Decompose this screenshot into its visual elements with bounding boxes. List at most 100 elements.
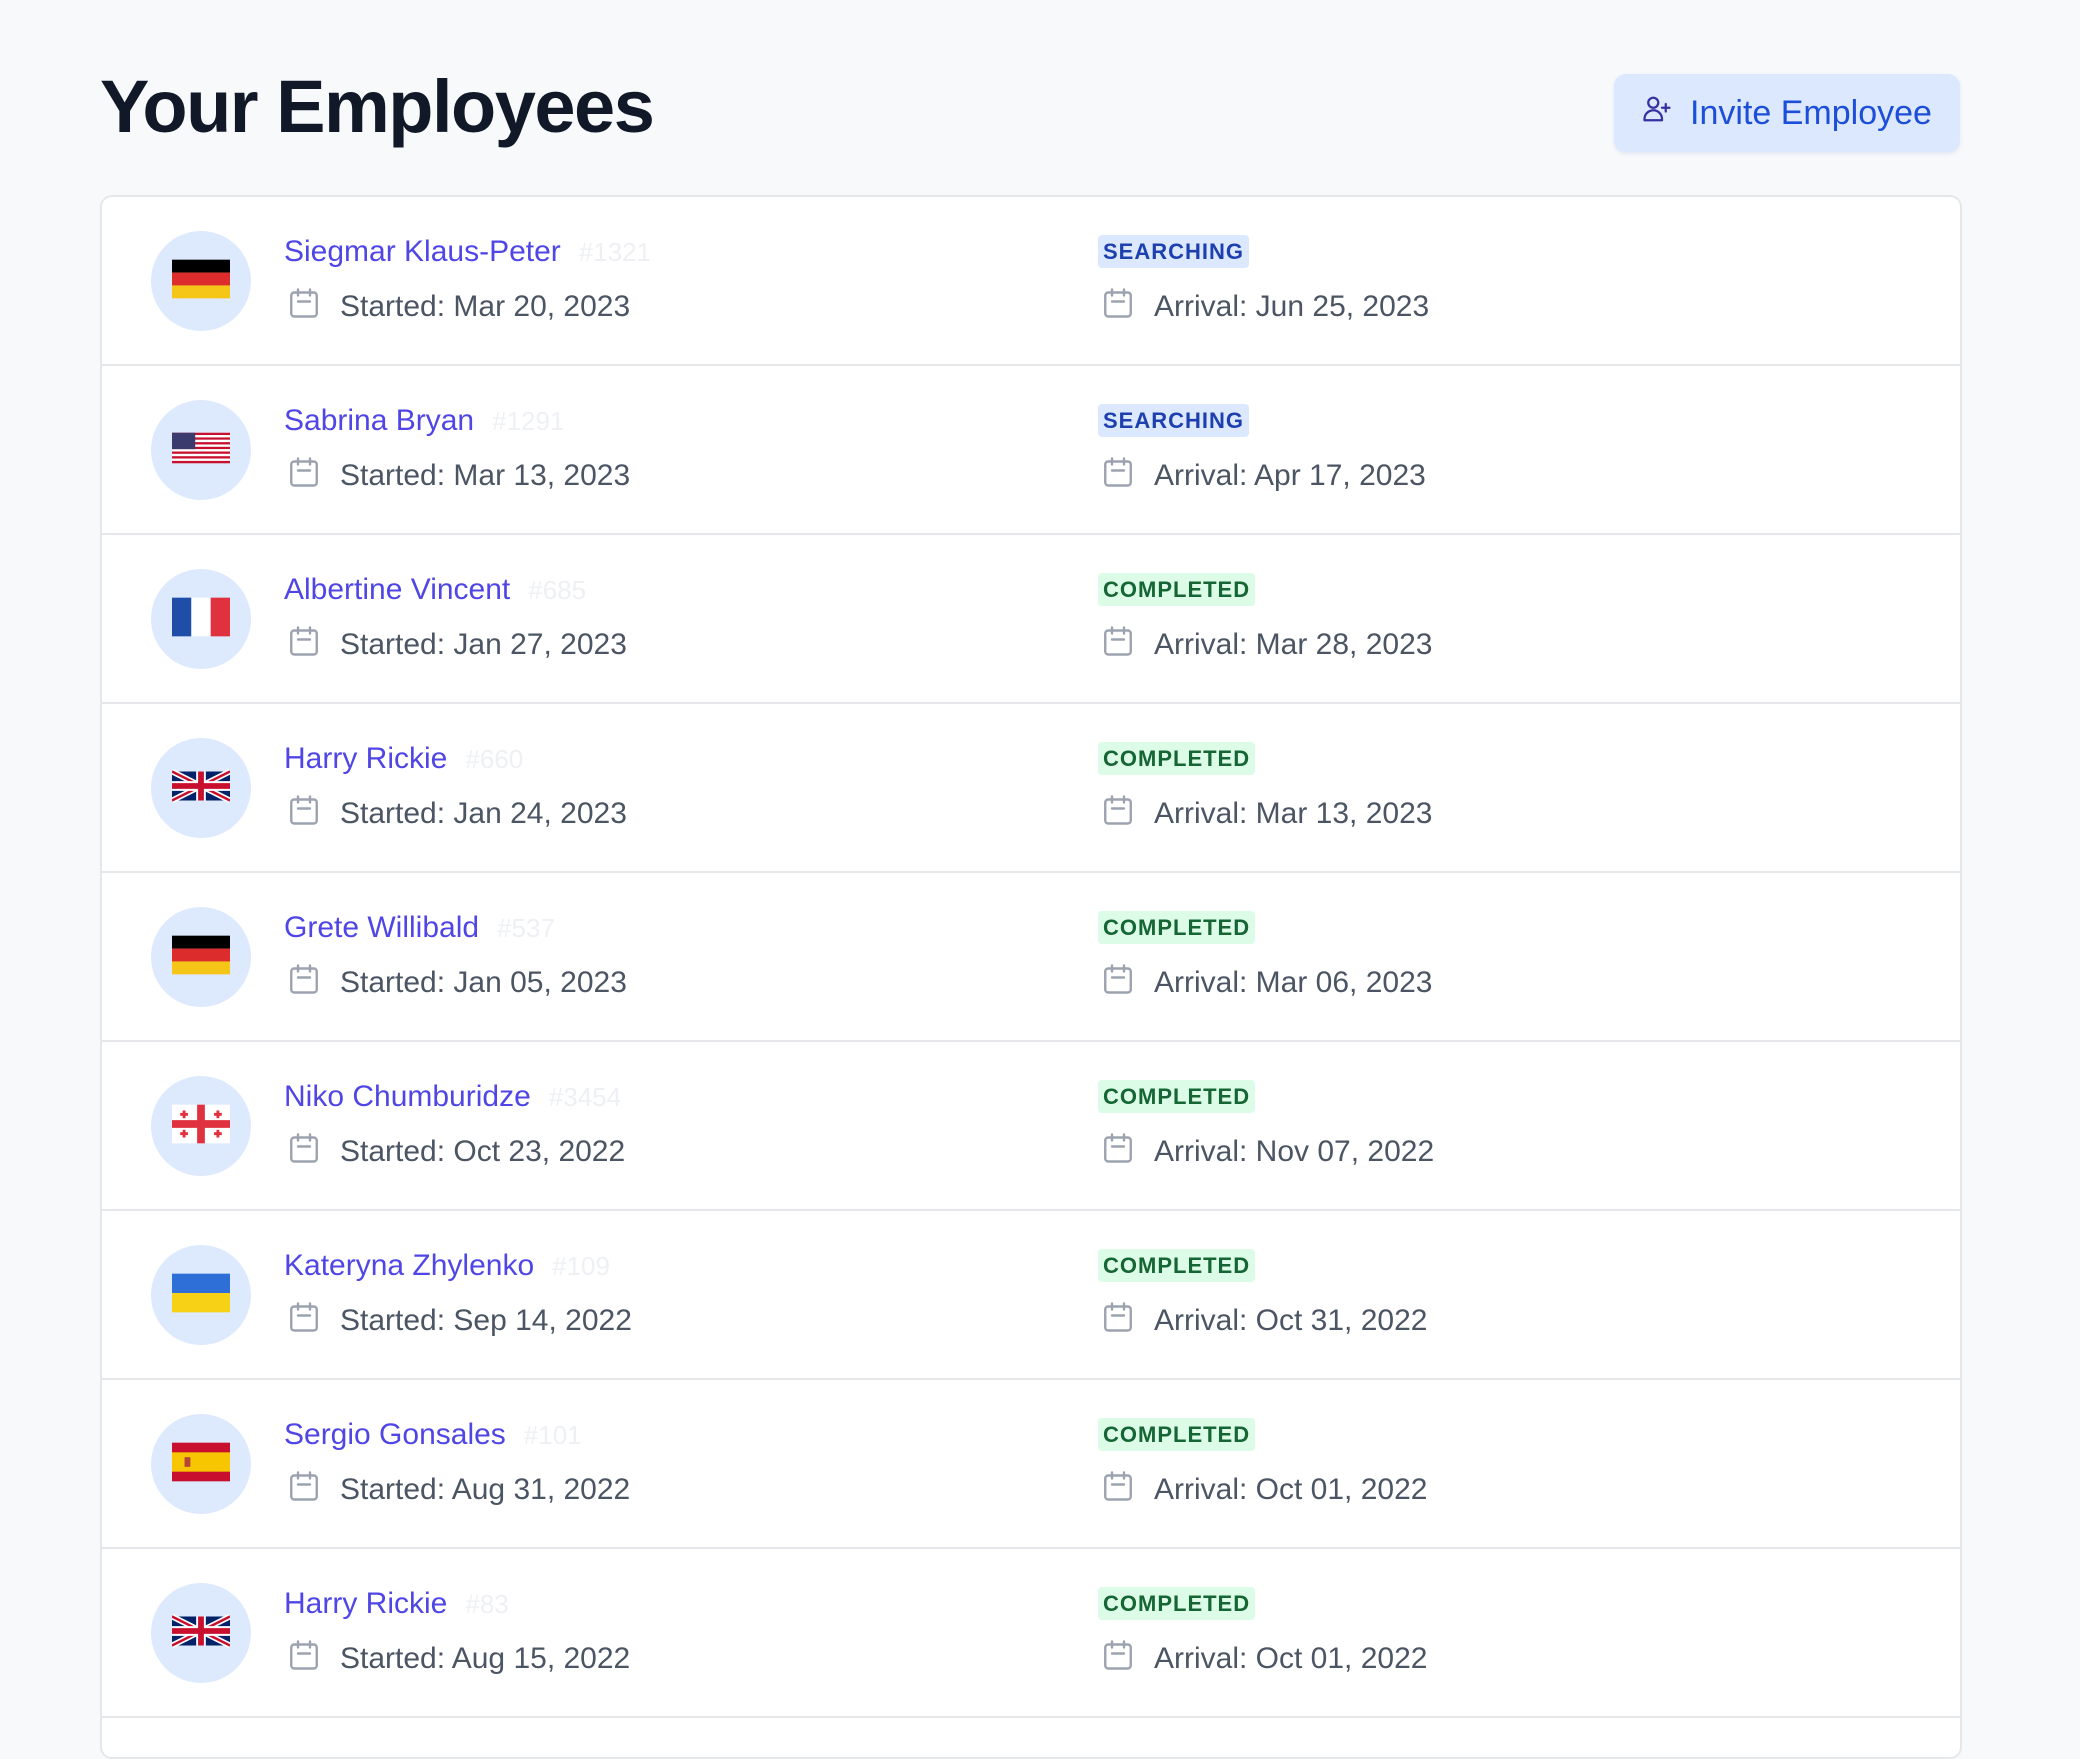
arrival-line: Arrival: Oct 01, 2022 [1100,1637,1427,1681]
employee-name-link[interactable]: Sabrina Bryan [284,404,474,438]
status-badge: COMPLETED [1098,1418,1256,1451]
employee-name-link[interactable]: Sergio Gonsales [284,1418,506,1452]
status-badge: SEARCHING [1098,404,1250,437]
arrival-date: Arrival: Apr 17, 2023 [1154,459,1426,492]
arrival-line: Arrival: Oct 01, 2022 [1100,1468,1427,1512]
name-line: Grete Willibald #537 [284,911,555,945]
status-badge: COMPLETED [1098,742,1256,775]
calendar-icon [1100,1468,1136,1512]
employee-row[interactable]: Harry Rickie #83 Started: Aug 15, 2022 C… [102,1549,1960,1718]
flag-avatar [151,738,251,838]
flag-avatar [151,1414,251,1514]
flag-avatar [151,400,251,500]
employee-row[interactable]: Harry Rickie #660 Started: Jan 24, 2023 … [102,704,1960,873]
employee-row[interactable]: Niko Chumburidze #3454 Started: Oct 23, … [102,1042,1960,1211]
employee-row[interactable]: Kateryna Zhylenko #109 Started: Sep 14, … [102,1211,1960,1380]
started-date: Started: Oct 23, 2022 [340,1135,626,1168]
uk-flag-icon [170,1611,232,1656]
employee-name-link[interactable]: Kateryna Zhylenko [284,1249,534,1283]
employee-name-link[interactable]: Albertine Vincent [284,573,510,607]
arrival-line: Arrival: Nov 07, 2022 [1100,1130,1434,1174]
status-badge: COMPLETED [1098,573,1256,606]
calendar-icon [1100,1299,1136,1343]
name-line: Albertine Vincent #685 [284,573,586,607]
employee-row[interactable]: Sergio Gonsales #101 Started: Aug 31, 20… [102,1380,1960,1549]
france-flag-icon [172,597,230,642]
name-line: Harry Rickie #660 [284,742,523,776]
started-date: Started: Sep 14, 2022 [340,1304,632,1337]
calendar-icon [1100,285,1136,329]
ukraine-flag-icon [172,1273,230,1318]
name-line: Sabrina Bryan #1291 [284,404,564,438]
employee-name-link[interactable]: Grete Willibald [284,911,479,945]
flag-avatar [151,569,251,669]
uk-flag-icon [170,766,232,811]
status-badge: COMPLETED [1098,1249,1256,1282]
calendar-icon [1100,454,1136,498]
arrival-date: Arrival: Nov 07, 2022 [1154,1135,1435,1168]
arrival-date: Arrival: Oct 01, 2022 [1154,1642,1428,1675]
calendar-icon [286,1130,322,1174]
germany-flag-icon [172,259,230,304]
employee-name-link[interactable]: Niko Chumburidze [284,1080,531,1114]
employee-list: Siegmar Klaus-Peter #1321 Started: Mar 2… [100,195,1962,1759]
employee-row[interactable]: Grete Willibald #537 Started: Jan 05, 20… [102,873,1960,1042]
calendar-icon [1100,1130,1136,1174]
germany-flag-icon [172,935,230,980]
employee-row[interactable]: Sabrina Bryan #1291 Started: Mar 13, 202… [102,366,1960,535]
started-date: Started: Aug 31, 2022 [340,1473,631,1506]
employee-name-link[interactable]: Harry Rickie [284,1587,447,1621]
employee-id: #109 [552,1251,610,1281]
name-line: Niko Chumburidze #3454 [284,1080,621,1114]
started-line: Started: Oct 23, 2022 [286,1130,625,1174]
employee-row[interactable]: Siegmar Klaus-Peter #1321 Started: Mar 2… [102,197,1960,366]
employee-id: #3454 [548,1082,622,1112]
employee-id: #101 [523,1420,582,1450]
invite-employee-button[interactable]: Invite Employee [1614,74,1960,152]
started-line: Started: Aug 15, 2022 [286,1637,630,1681]
started-date: Started: Jan 24, 2023 [340,797,627,830]
calendar-icon [1100,792,1136,836]
arrival-date: Arrival: Mar 06, 2023 [1154,966,1433,999]
employee-id: #685 [528,575,587,605]
name-line: Harry Rickie #83 [284,1587,509,1621]
arrival-date: Arrival: Jun 25, 2023 [1154,290,1430,323]
spain-flag-icon [172,1442,230,1487]
started-date: Started: Aug 15, 2022 [340,1642,631,1675]
status-badge: COMPLETED [1098,1587,1256,1620]
calendar-icon [286,1637,322,1681]
calendar-icon [286,1299,322,1343]
started-date: Started: Mar 13, 2023 [340,459,631,492]
arrival-date: Arrival: Oct 31, 2022 [1154,1304,1428,1337]
flag-avatar [151,1076,251,1176]
flag-avatar [151,1583,251,1683]
name-line: Kateryna Zhylenko #109 [284,1249,610,1283]
employee-id: #537 [497,913,555,943]
calendar-icon [286,623,322,667]
employee-id: #1321 [578,237,652,267]
calendar-icon [286,454,322,498]
employee-name-link[interactable]: Harry Rickie [284,742,447,776]
calendar-icon [286,961,322,1005]
arrival-date: Arrival: Oct 01, 2022 [1154,1473,1428,1506]
arrival-date: Arrival: Mar 28, 2023 [1154,628,1433,661]
flag-avatar [151,231,251,331]
arrival-date: Arrival: Mar 13, 2023 [1154,797,1433,830]
georgia-flag-icon [172,1104,230,1149]
started-date: Started: Jan 27, 2023 [340,628,627,661]
calendar-icon [1100,1637,1136,1681]
employee-name-link[interactable]: Siegmar Klaus-Peter [284,235,561,269]
usa-flag-icon [172,428,230,473]
status-badge: SEARCHING [1098,235,1250,268]
flag-avatar [151,1245,251,1345]
user-plus-icon [1642,94,1672,133]
flag-avatar [151,907,251,1007]
status-badge: COMPLETED [1098,1080,1256,1113]
employee-row[interactable]: Albertine Vincent #685 Started: Jan 27, … [102,535,1960,704]
page-title: Your Employees [100,65,655,148]
name-line: Siegmar Klaus-Peter #1321 [284,235,651,269]
name-line: Sergio Gonsales #101 [284,1418,582,1452]
calendar-icon [1100,623,1136,667]
employee-id: #660 [465,744,524,774]
started-line: Started: Mar 13, 2023 [286,454,630,498]
